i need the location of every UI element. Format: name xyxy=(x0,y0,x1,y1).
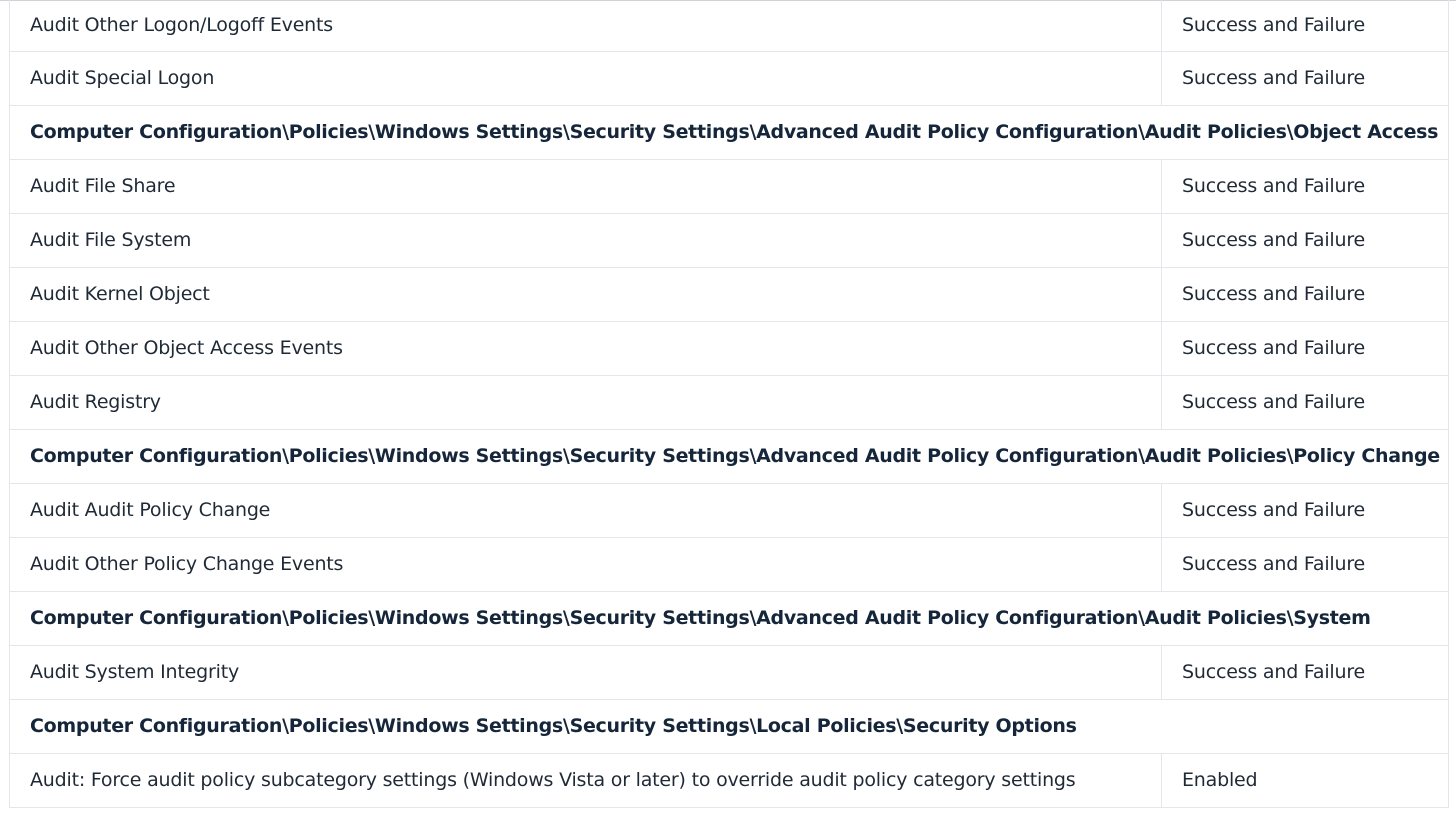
section-path: Computer Configuration\Policies\Windows … xyxy=(9,591,1449,646)
table-row: Audit Other Object Access Events Success… xyxy=(9,321,1449,376)
setting-name: Audit System Integrity xyxy=(9,645,1162,700)
table-row: Audit: Force audit policy subcategory se… xyxy=(9,753,1449,808)
table-row: Audit Audit Policy Change Success and Fa… xyxy=(9,483,1449,538)
table-row: Audit Registry Success and Failure xyxy=(9,375,1449,430)
table-row: Audit File Share Success and Failure xyxy=(9,159,1449,214)
setting-value: Success and Failure xyxy=(1161,375,1449,430)
setting-value: Success and Failure xyxy=(1161,483,1449,538)
setting-value: Success and Failure xyxy=(1161,51,1449,106)
section-header-row: Computer Configuration\Policies\Windows … xyxy=(9,429,1449,484)
setting-name: Audit: Force audit policy subcategory se… xyxy=(9,753,1162,808)
setting-name: Audit File System xyxy=(9,213,1162,268)
setting-name: Audit Audit Policy Change xyxy=(9,483,1162,538)
setting-value: Success and Failure xyxy=(1161,321,1449,376)
table-row: Audit Other Policy Change Events Success… xyxy=(9,537,1449,592)
table-row: Audit File System Success and Failure xyxy=(9,213,1449,268)
setting-name: Audit Other Object Access Events xyxy=(9,321,1162,376)
table-row: Audit Other Logon/Logoff Events Success … xyxy=(9,0,1449,52)
setting-name: Audit Registry xyxy=(9,375,1162,430)
setting-name: Audit Special Logon xyxy=(9,51,1162,106)
setting-name: Audit Kernel Object xyxy=(9,267,1162,322)
setting-value: Enabled xyxy=(1161,753,1449,808)
setting-value: Success and Failure xyxy=(1161,645,1449,700)
table-row: Audit System Integrity Success and Failu… xyxy=(9,645,1449,700)
section-path: Computer Configuration\Policies\Windows … xyxy=(9,699,1449,754)
setting-value: Success and Failure xyxy=(1161,537,1449,592)
policy-settings-table: Audit Other Logon/Logoff Events Success … xyxy=(9,0,1449,808)
section-header-row: Computer Configuration\Policies\Windows … xyxy=(9,591,1449,646)
section-header-row: Computer Configuration\Policies\Windows … xyxy=(9,699,1449,754)
section-path: Computer Configuration\Policies\Windows … xyxy=(9,105,1449,160)
setting-value: Success and Failure xyxy=(1161,0,1449,52)
setting-value: Success and Failure xyxy=(1161,159,1449,214)
section-header-row: Computer Configuration\Policies\Windows … xyxy=(9,105,1449,160)
setting-name: Audit Other Logon/Logoff Events xyxy=(9,0,1162,52)
setting-name: Audit Other Policy Change Events xyxy=(9,537,1162,592)
section-path: Computer Configuration\Policies\Windows … xyxy=(9,429,1449,484)
setting-value: Success and Failure xyxy=(1161,213,1449,268)
setting-name: Audit File Share xyxy=(9,159,1162,214)
setting-value: Success and Failure xyxy=(1161,267,1449,322)
table-row: Audit Special Logon Success and Failure xyxy=(9,51,1449,106)
table-row: Audit Kernel Object Success and Failure xyxy=(9,267,1449,322)
